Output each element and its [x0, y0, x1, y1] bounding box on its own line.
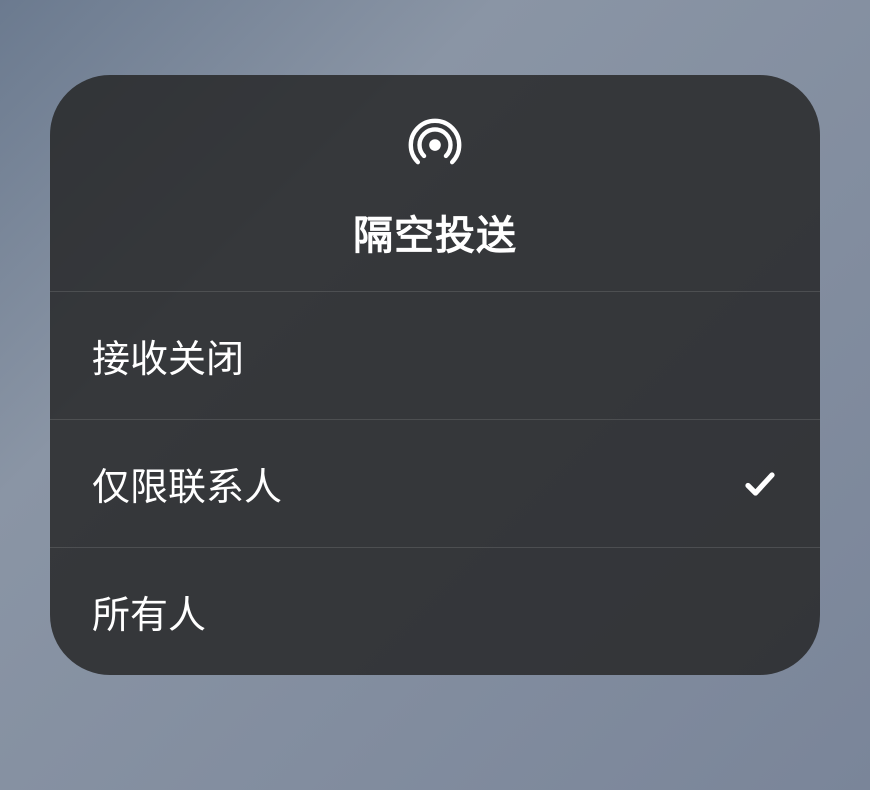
panel-title: 隔空投送	[353, 203, 517, 261]
option-label: 仅限联系人	[92, 456, 282, 511]
option-label: 接收关闭	[92, 328, 244, 383]
panel-header: 隔空投送	[50, 75, 820, 292]
option-everyone[interactable]: 所有人	[50, 548, 820, 675]
checkmark-icon	[742, 466, 778, 502]
airdrop-icon	[401, 111, 469, 179]
option-label: 所有人	[92, 584, 206, 639]
options-list: 接收关闭 仅限联系人 所有人	[50, 292, 820, 675]
option-contacts-only[interactable]: 仅限联系人	[50, 420, 820, 548]
option-receiving-off[interactable]: 接收关闭	[50, 292, 820, 420]
airdrop-panel: 隔空投送 接收关闭 仅限联系人 所有人	[50, 75, 820, 675]
